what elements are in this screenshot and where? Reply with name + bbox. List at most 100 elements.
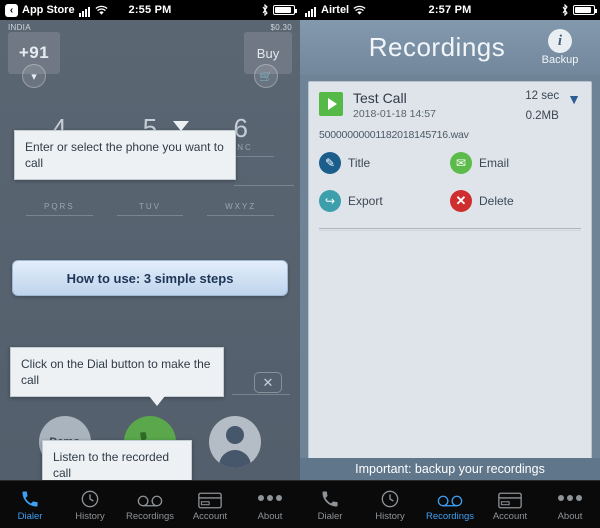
tab-history[interactable]: History [360,481,420,528]
tab-dialer[interactable]: Dialer [0,481,60,528]
edit-icon: ✎ [319,152,341,174]
tab-label: Dialer [317,511,343,522]
key-letters: WXYZ [225,202,257,212]
chevron-down-icon[interactable]: ▼ [567,91,581,107]
divider-highlight [319,230,581,231]
voicemail-icon [437,487,463,509]
phone-entry-row: +91 Buy ▾ 🛒 [0,32,300,88]
tab-account[interactable]: Account [480,481,540,528]
recording-meta: Test Call 2018-01-18 14:57 [343,90,525,120]
recordings-header: Recordings i Backup [300,20,600,75]
status-bar-left: ‹ App Store 2:55 PM [0,0,300,20]
tab-bar-right: Dialer History Recordings Account About [300,480,600,528]
tab-bar-left: Dialer History Recordings Account About [0,480,300,528]
key-9[interactable]: WXYZ [195,201,286,217]
clock-icon [80,487,100,509]
contacts-button[interactable] [209,416,262,468]
export-action[interactable]: ↪ Export [319,190,450,212]
recording-filename: 50000000001182018145716.wav [319,129,469,141]
dialer-body: INDIA $0.30 +91 Buy ▾ 🛒 4 GHI [0,20,300,528]
key-letters: PQRS [44,202,75,212]
delete-action[interactable]: ✕ Delete [450,190,581,212]
recording-actions-row-2: ↪ Export ✕ Delete [319,190,581,212]
recordings-body: Recordings i Backup Test Call 2018-01-18… [300,20,600,528]
recording-stats: 12 sec 0.2MB [525,90,565,122]
battery-icon [573,5,597,15]
status-clock: 2:55 PM [128,4,172,16]
status-right-group [561,4,597,16]
recording-card: Test Call 2018-01-18 14:57 12 sec 0.2MB … [308,81,592,470]
tab-label: Recordings [425,511,475,522]
key-letters: TUV [139,202,161,212]
title-action[interactable]: ✎ Title [319,152,450,174]
recording-size: 0.2MB [525,110,559,122]
tab-label: Account [492,511,528,522]
play-icon[interactable] [319,92,343,116]
tab-label: Dialer [17,511,43,522]
info-icon: i [548,29,572,53]
status-bar-right: Airtel 2:57 PM [300,0,600,20]
email-action[interactable]: ✉ Email [450,152,581,174]
key-underline [207,215,275,217]
status-clock: 2:57 PM [428,4,472,16]
page-title: Recordings [368,32,506,62]
how-to-use-banner[interactable]: How to use: 3 simple steps [12,260,288,296]
backup-button[interactable]: i Backup [532,29,588,66]
rate-bar: INDIA $0.30 [0,20,300,32]
tab-label: History [75,511,105,522]
recording-date: 2018-01-18 14:57 [353,108,436,120]
status-right-group [261,4,297,16]
clock-icon [380,487,400,509]
credit-card-icon [498,487,522,509]
tooltip-dial-button[interactable]: Click on the Dial button to make the cal… [10,347,224,407]
dual-screenshot: ‹ App Store 2:55 PM INDIA $0.30 +91 Buy … [0,0,600,528]
envelope-icon: ✉ [450,152,472,174]
action-label: Email [479,156,510,170]
voicemail-icon [137,487,163,509]
tooltip-pointer [149,396,165,407]
tab-dialer[interactable]: Dialer [300,481,360,528]
backspace-delete-icon[interactable]: ✕ [254,372,282,393]
action-label: Export [348,194,383,208]
contact-avatar-icon [226,426,245,444]
recording-duration: 12 sec [525,90,560,102]
tab-label: About [557,511,583,522]
contact-avatar-body [219,450,252,468]
tab-label: Recordings [125,511,175,522]
recording-actions-row-1: ✎ Title ✉ Email [319,152,581,174]
phone-number-input[interactable] [60,32,244,74]
tooltip-enter-phone[interactable]: Enter or select the phone you want to ca… [14,121,236,181]
credit-card-icon [198,487,222,509]
shopping-cart-icon[interactable]: 🛒 [254,64,278,88]
action-label: Title [348,156,371,170]
tab-label: Account [192,511,228,522]
recordings-screen: Airtel 2:57 PM Recordings i Backup Test … [300,0,600,528]
tab-account[interactable]: Account [180,481,240,528]
tab-recordings[interactable]: Recordings [120,481,180,528]
tab-label: About [257,511,283,522]
tooltip-pointer [173,121,189,141]
rate-label: $0.30 [270,23,292,32]
chevron-down-icon[interactable]: ▾ [22,64,46,88]
tab-label: History [375,511,405,522]
bluetooth-icon [262,4,268,16]
key-7[interactable]: PQRS [14,201,105,217]
tooltip-text: Listen to the recorded call [53,450,170,481]
recording-summary-row: Test Call 2018-01-18 14:57 12 sec 0.2MB … [319,90,581,122]
tab-about[interactable]: About [240,481,300,528]
close-x-icon: ✕ [450,190,472,212]
dialer-screen: ‹ App Store 2:55 PM INDIA $0.30 +91 Buy … [0,0,300,528]
key-8[interactable]: TUV [105,201,196,217]
bluetooth-icon [562,4,568,16]
battery-icon [273,5,297,15]
tab-about[interactable]: About [540,481,600,528]
phone-handset-icon [320,487,340,509]
tab-recordings[interactable]: Recordings [420,481,480,528]
key-underline [116,215,184,217]
key-underline [26,215,93,217]
tab-history[interactable]: History [60,481,120,528]
country-label: INDIA [8,23,31,32]
share-icon: ↪ [319,190,341,212]
ellipsis-icon [258,487,282,509]
tooltip-text: Click on the Dial button to make the cal… [21,357,211,388]
